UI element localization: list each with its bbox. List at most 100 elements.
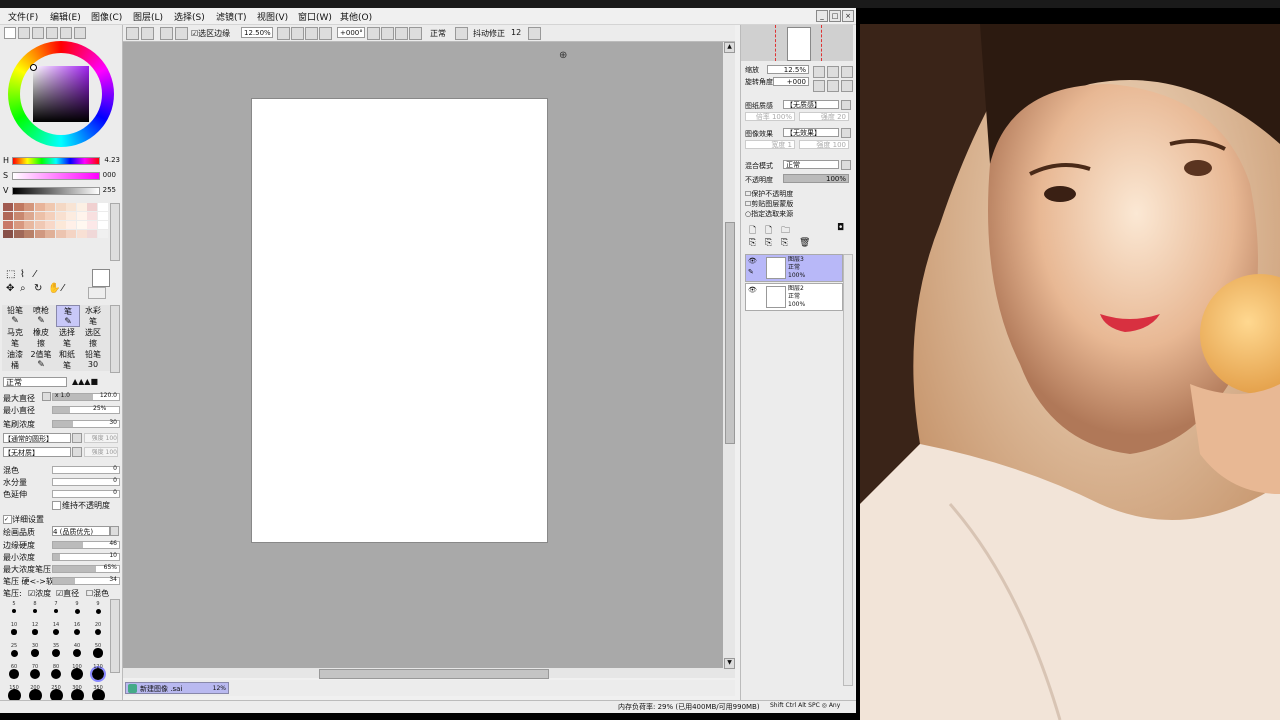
brush-shape-icons[interactable]: ▲▲▲■ xyxy=(72,377,98,386)
color-swatch[interactable] xyxy=(76,221,87,229)
tool-pencil30[interactable]: 铅笔30✎ xyxy=(82,349,104,369)
protect-opacity-option[interactable]: ☐保护不透明度 xyxy=(745,189,793,199)
pressure-hardness-bar[interactable]: 34 xyxy=(52,576,120,585)
navigator-preview[interactable] xyxy=(741,25,853,61)
color-swatch[interactable] xyxy=(34,230,45,238)
nav-rotate-reset-button[interactable] xyxy=(841,80,853,92)
color-swatch[interactable] xyxy=(55,230,66,238)
brush-size-dot[interactable] xyxy=(52,649,60,657)
layer-mask-icon[interactable]: ◘ xyxy=(837,223,844,233)
brush-texture-dropdown[interactable] xyxy=(72,447,82,457)
vertical-scrollbar[interactable]: ▲ ▼ xyxy=(723,42,735,678)
zoom-reset-button[interactable] xyxy=(305,27,318,40)
brush-shape-dropdown[interactable] xyxy=(72,433,82,443)
nav-zoom-out-button[interactable] xyxy=(813,66,825,78)
brush-size-dot[interactable] xyxy=(29,668,41,680)
minimize-button[interactable]: _ xyxy=(816,10,828,22)
navigator-zoom-field[interactable]: 12.5% xyxy=(767,65,809,74)
paper-texture-strength[interactable]: 强度 20 xyxy=(799,112,849,121)
blend-bar[interactable]: 0 xyxy=(52,465,120,474)
saturation-slider[interactable] xyxy=(12,172,100,180)
color-swatch[interactable] xyxy=(66,212,76,220)
pressure-size-option[interactable]: ☑直径 xyxy=(56,588,79,599)
color-swatch[interactable] xyxy=(24,221,34,229)
paper-texture-dropdown[interactable] xyxy=(841,100,851,110)
brush-size-dot[interactable] xyxy=(10,649,18,657)
angle-field[interactable]: +000° xyxy=(337,27,365,38)
stabilizer-value[interactable]: 12 xyxy=(511,28,521,37)
brush-size-dot[interactable] xyxy=(53,608,59,614)
zoom-field[interactable]: 12.50% xyxy=(241,27,273,38)
max-pressure-bar[interactable]: 65% xyxy=(52,564,120,573)
nav-zoom-in-button[interactable] xyxy=(827,66,839,78)
color-swatch[interactable] xyxy=(13,221,24,229)
color-swatch[interactable] xyxy=(45,230,55,238)
rotate-icon[interactable]: ↻ xyxy=(34,283,42,294)
tool-brush[interactable]: 笔 ✎ xyxy=(56,305,80,327)
layer-blend-select[interactable]: 正常 xyxy=(783,160,839,169)
brush-size-dot[interactable] xyxy=(32,629,38,635)
paper-effect-width[interactable]: 宽度 1 xyxy=(745,140,795,149)
new-linework-layer-icon[interactable]: 🗋 xyxy=(765,223,772,239)
layer-item-3[interactable]: 👁 ✎ 图层3 正常 100% xyxy=(745,254,843,282)
rotate-left-button[interactable] xyxy=(367,27,380,40)
magic-wand-icon[interactable]: ⁄ xyxy=(34,269,36,280)
brush-size-dot[interactable] xyxy=(74,629,80,635)
density-bar[interactable]: 30 xyxy=(52,419,120,428)
nav-rotate-left-button[interactable] xyxy=(813,80,825,92)
max-size-lock[interactable] xyxy=(42,392,51,401)
color-swatch[interactable] xyxy=(34,221,45,229)
zoom-icon[interactable]: ⌕ xyxy=(20,283,26,294)
blend-mode-dropdown[interactable] xyxy=(455,27,468,40)
value-slider[interactable] xyxy=(12,187,100,195)
min-size-bar[interactable]: 25% xyxy=(52,405,120,414)
menu-image[interactable]: 图像(C) xyxy=(91,10,122,23)
color-swatch[interactable] xyxy=(13,212,24,220)
layer-blend-dropdown[interactable] xyxy=(841,160,851,170)
saturation-value-square[interactable] xyxy=(33,66,89,122)
color-swatch[interactable] xyxy=(55,212,66,220)
color-wheel-tab[interactable] xyxy=(4,27,16,39)
tool-watercolor[interactable]: 水彩笔✎ xyxy=(82,305,104,325)
quality-dropdown[interactable] xyxy=(110,526,119,536)
brush-size-dot[interactable] xyxy=(31,649,39,657)
rotate-right-button[interactable] xyxy=(381,27,394,40)
layer-opacity-bar[interactable]: 100% xyxy=(783,174,849,183)
lasso-icon[interactable]: ⌇ xyxy=(20,269,25,280)
menu-view[interactable]: 视图(V) xyxy=(257,10,288,23)
scroll-down-icon[interactable]: ▼ xyxy=(724,658,735,669)
brush-size-dot[interactable] xyxy=(74,608,80,614)
canvas-paper[interactable] xyxy=(251,98,548,543)
visibility-eye-icon[interactable]: 👁 xyxy=(748,286,757,294)
secondary-color-box[interactable] xyxy=(88,287,106,299)
menu-edit[interactable]: 编辑(E) xyxy=(50,10,81,23)
clipping-mask-option[interactable]: ☐剪贴图层蒙版 xyxy=(745,199,793,209)
delete-layer-icon[interactable]: 🗑 xyxy=(799,238,810,248)
color-swatch[interactable] xyxy=(13,230,24,238)
swatch-tab[interactable] xyxy=(46,27,58,39)
maximize-button[interactable]: □ xyxy=(829,10,841,22)
vertical-scroll-thumb[interactable] xyxy=(725,222,735,444)
tool-binary-pen[interactable]: 2值笔 ✎ xyxy=(30,349,52,369)
layer-scrollbar[interactable] xyxy=(843,254,853,686)
color-swatch[interactable] xyxy=(97,230,108,238)
menu-layer[interactable]: 图层(L) xyxy=(133,10,163,23)
eyedropper-icon[interactable]: ⁄ xyxy=(62,283,64,294)
merge-down-icon[interactable]: ⎘ xyxy=(765,238,772,248)
merge-visible-icon[interactable]: ⎘ xyxy=(781,238,788,248)
brush-shape-select[interactable]: 【通常的圆形】 xyxy=(3,433,71,443)
brush-size-dot[interactable] xyxy=(50,668,62,680)
primary-color-box[interactable] xyxy=(92,269,110,287)
nav-rotate-right-button[interactable] xyxy=(827,80,839,92)
color-swatch[interactable] xyxy=(76,230,87,238)
color-swatch[interactable] xyxy=(87,203,97,211)
deselect-button[interactable] xyxy=(160,27,173,40)
brush-size-dot[interactable] xyxy=(95,608,101,614)
stabilizer-dropdown[interactable] xyxy=(528,27,541,40)
tool-select-pen[interactable]: 选择笔✎ xyxy=(56,327,78,347)
invert-select-button[interactable] xyxy=(175,27,188,40)
canvas-area[interactable]: ⊕ ▲ ▼ xyxy=(123,42,735,679)
tool-grid-scrollbar[interactable] xyxy=(110,305,120,373)
color-swatch[interactable] xyxy=(97,221,108,229)
tool-bucket[interactable]: 油漆桶✎ xyxy=(4,349,26,369)
